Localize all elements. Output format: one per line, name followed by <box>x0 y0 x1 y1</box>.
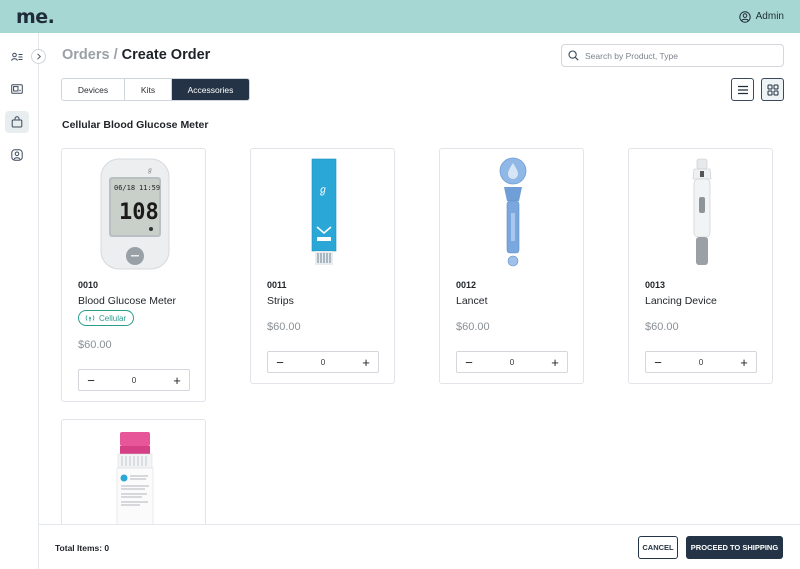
chevron-right-icon <box>36 53 41 60</box>
grid-view-button[interactable] <box>761 78 784 101</box>
decrement-button[interactable]: − <box>463 356 475 369</box>
shopping-bag-icon <box>11 116 23 128</box>
sidebar-toggle-button[interactable] <box>31 49 46 64</box>
svg-text:ℊ: ℊ <box>147 167 153 175</box>
product-price: $60.00 <box>78 339 112 351</box>
list-view-button[interactable] <box>731 78 754 101</box>
page-title: Orders / Create Order <box>62 47 210 63</box>
users-list-icon <box>11 52 23 61</box>
user-menu[interactable]: Admin <box>738 10 784 23</box>
badge-label: Cellular <box>99 313 127 323</box>
product-sku: 0010 <box>78 280 99 290</box>
product-card[interactable]: 0013 Lancing Device $60.00 − 0 + <box>628 148 773 384</box>
quantity-stepper: − 0 + <box>456 351 568 373</box>
product-sku: 0012 <box>456 280 477 290</box>
quantity-value[interactable]: 0 <box>510 358 514 367</box>
svg-text:ℊ: ℊ <box>318 185 328 196</box>
sidebar-item-profile[interactable] <box>5 144 29 166</box>
grid-view-icon <box>767 84 778 95</box>
quantity-value[interactable]: 0 <box>321 358 325 367</box>
meter-time: 11:59 <box>139 184 160 192</box>
quantity-value[interactable]: 0 <box>132 376 136 385</box>
category-tabs: Devices Kits Accessories <box>61 78 250 101</box>
product-sku: 0011 <box>267 280 287 290</box>
total-items: Total Items: 0 <box>55 543 110 553</box>
sidebar-item-devices[interactable] <box>5 78 29 100</box>
decrement-button[interactable]: − <box>652 356 664 369</box>
proceed-to-shipping-button[interactable]: PROCEED TO SHIPPING <box>686 536 783 559</box>
product-name: Lancet <box>456 295 488 307</box>
product-image <box>629 155 774 273</box>
product-image: ℊ <box>251 155 396 273</box>
product-image <box>440 155 585 273</box>
search-icon <box>568 50 579 61</box>
cancel-button[interactable]: CANCEL <box>638 536 678 559</box>
page-title-text: Create Order <box>121 47 211 63</box>
decrement-button[interactable]: − <box>274 356 286 369</box>
tab-kits[interactable]: Kits <box>125 79 172 100</box>
product-name: Lancing Device <box>645 295 717 307</box>
decrement-button[interactable]: − <box>85 374 97 387</box>
meter-reading: 108 <box>119 200 159 225</box>
product-card[interactable]: ℊ 0011 Strips $60.00 − 0 + <box>250 148 395 384</box>
user-name: Admin <box>755 11 784 22</box>
quantity-stepper: − 0 + <box>267 351 379 373</box>
user-circle-icon <box>738 10 751 23</box>
search-input[interactable] <box>585 50 775 61</box>
quantity-stepper: − 0 + <box>78 369 190 391</box>
section-title: Cellular Blood Glucose Meter <box>62 119 209 131</box>
breadcrumb-orders[interactable]: Orders / <box>62 47 118 63</box>
product-card[interactable]: 0012 Lancet $60.00 − 0 + <box>439 148 584 384</box>
user-badge-icon <box>11 149 23 161</box>
tab-devices[interactable]: Devices <box>62 79 125 100</box>
product-price: $60.00 <box>267 321 301 333</box>
quantity-value[interactable]: 0 <box>699 358 703 367</box>
product-price: $60.00 <box>645 321 679 333</box>
product-sku: 0013 <box>645 280 666 290</box>
product-price: $60.00 <box>456 321 490 333</box>
top-bar: me. Admin <box>0 0 800 33</box>
increment-button[interactable]: + <box>738 356 750 369</box>
signal-icon <box>85 315 95 322</box>
cellular-badge: Cellular <box>78 310 135 326</box>
quantity-stepper: − 0 + <box>645 351 757 373</box>
sidebar <box>0 33 39 569</box>
product-image <box>62 430 207 530</box>
product-name: Strips <box>267 295 294 307</box>
meter-date: 06/18 <box>114 184 135 192</box>
increment-button[interactable]: + <box>549 356 561 369</box>
sidebar-item-users[interactable] <box>5 46 29 68</box>
list-view-icon <box>737 85 748 94</box>
increment-button[interactable]: + <box>360 356 372 369</box>
tab-accessories[interactable]: Accessories <box>172 79 249 100</box>
increment-button[interactable]: + <box>171 374 183 387</box>
order-footer: Total Items: 0 CANCEL PROCEED TO SHIPPIN… <box>39 524 800 569</box>
product-card[interactable]: 06/18 11:59 108 ℊ 0010 Blood Glucose Met… <box>61 148 206 402</box>
sidebar-item-orders[interactable] <box>5 111 29 133</box>
search-box[interactable] <box>561 44 784 67</box>
app-logo[interactable]: me. <box>16 6 55 28</box>
product-image: 06/18 11:59 108 ℊ <box>62 155 207 273</box>
product-name: Blood Glucose Meter <box>78 295 177 307</box>
device-icon <box>11 84 23 94</box>
